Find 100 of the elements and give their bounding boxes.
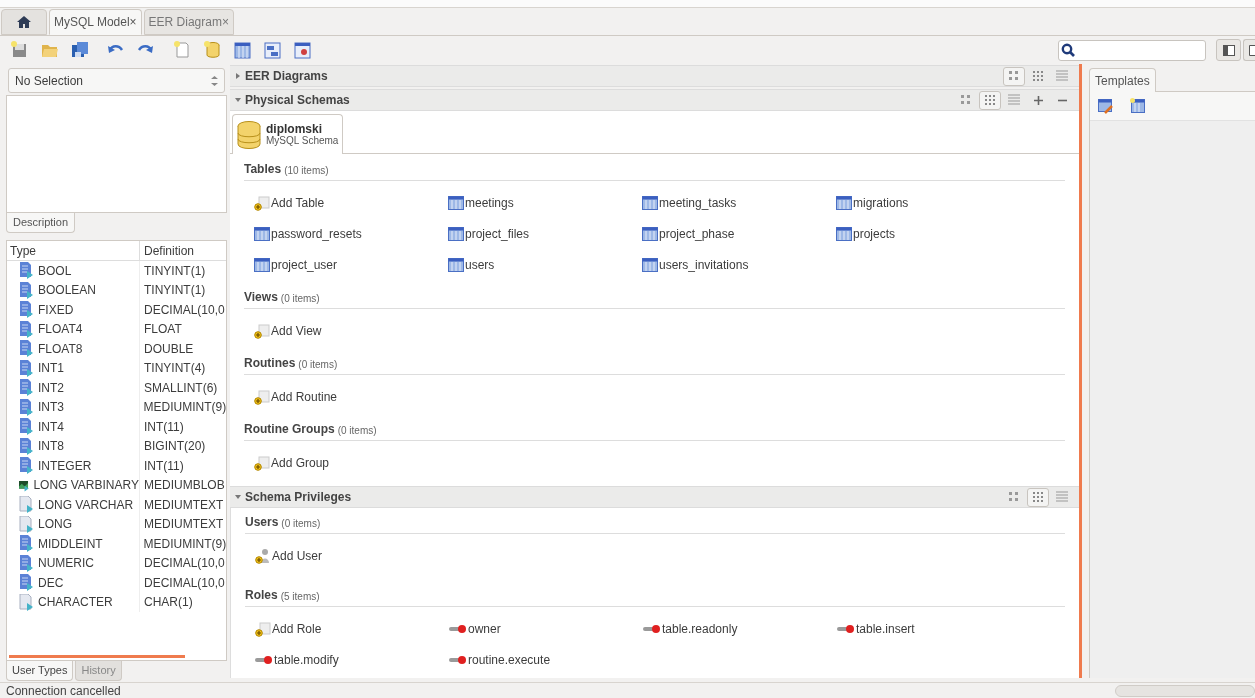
item-label[interactable]: users — [465, 255, 495, 274]
section-header[interactable]: Schema Privileges — [230, 486, 1079, 508]
schema-tab[interactable]: diplomski MySQL Schema — [232, 114, 344, 154]
schema-dropdown[interactable]: No Selection — [8, 68, 225, 93]
item-label[interactable]: Add View — [271, 321, 322, 340]
table-cell-text: MEDIUMTEXT — [143, 496, 224, 514]
item-label[interactable]: migrations — [853, 193, 909, 212]
new-page-icon[interactable] — [173, 41, 191, 59]
sidebar-toggle-button[interactable] — [1216, 39, 1241, 61]
table-cell-text: SMALLINT(6) — [143, 379, 218, 397]
item-label[interactable]: Add Role — [272, 619, 322, 638]
item-count: (0 items) — [281, 517, 321, 531]
edit-table-icon[interactable] — [1098, 98, 1114, 114]
table-icon — [836, 195, 852, 210]
item-count: (5 items) — [280, 590, 320, 604]
search-field[interactable] — [1058, 39, 1206, 61]
add-icon — [254, 194, 270, 211]
view-icon[interactable] — [263, 41, 281, 59]
item-label[interactable]: project_files — [465, 224, 530, 243]
description-tab[interactable]: Description — [6, 213, 76, 233]
table-cell-text: DOUBLE — [143, 340, 194, 358]
item-label[interactable]: table.modify — [274, 650, 339, 669]
item-label[interactable]: meetings — [465, 193, 514, 212]
section-header[interactable]: EER Diagrams — [230, 65, 1079, 87]
table-cell-text: LONG VARBINARY — [33, 477, 139, 495]
templates-tab[interactable]: Templates — [1089, 68, 1156, 92]
home-tab[interactable] — [1, 9, 47, 35]
table-cell-text: MIDDLEINT — [38, 535, 103, 553]
routine-icon[interactable] — [293, 41, 311, 59]
table-cell-text: FLOAT — [143, 321, 182, 339]
table-cell-text: BIGINT(20) — [143, 438, 206, 456]
table-icon — [448, 195, 464, 210]
table-cell-text: NUMERIC — [38, 555, 94, 573]
item-label[interactable]: table.readonly — [662, 619, 738, 638]
item-label[interactable]: meeting_tasks — [659, 193, 737, 212]
table-cell-text: MEDIUMINT(9) — [142, 399, 226, 417]
table-cell-text: MEDIUMBLOB — [143, 477, 225, 495]
data-type-icon — [19, 574, 34, 592]
role-icon — [449, 654, 467, 665]
table-cell-text: INT(11) — [143, 418, 184, 436]
item-label[interactable]: Add Routine — [271, 387, 338, 406]
data-type-icon — [19, 437, 34, 455]
item-label[interactable]: routine.execute — [468, 650, 551, 669]
table-cell-text: TINYINT(1) — [143, 262, 206, 280]
table-cell-text: CHAR(1) — [143, 594, 193, 612]
item-label[interactable]: project_user — [271, 255, 338, 274]
list-view-icon — [1056, 70, 1068, 82]
data-type-icon — [19, 515, 34, 533]
schema-type: MySQL Schema — [266, 134, 339, 147]
table-cell-text: INT1 — [38, 360, 64, 378]
large-icons-view-icon — [1008, 70, 1020, 82]
table-cell-text: CHARACTER — [38, 594, 113, 612]
column-header[interactable]: Type — [7, 241, 140, 260]
view-toggle-button[interactable] — [979, 90, 1001, 110]
table-cell-text: FIXED — [38, 301, 74, 319]
close-icon[interactable]: × — [129, 13, 137, 31]
table-cell-text: INT8 — [38, 438, 64, 456]
data-type-icon — [19, 398, 34, 416]
table-icon[interactable] — [233, 41, 251, 59]
item-label[interactable]: project_phase — [659, 224, 735, 243]
document-tab[interactable]: MySQL Model× — [49, 9, 142, 35]
group-title: Routine Groups — [244, 421, 335, 438]
panel-tab[interactable]: User Types — [6, 661, 74, 681]
sidebar-toggle-button[interactable] — [1243, 39, 1255, 61]
table-icon — [448, 226, 464, 241]
plus-icon — [1033, 95, 1043, 105]
item-label[interactable]: password_resets — [271, 224, 362, 243]
item-label[interactable]: table.insert — [856, 619, 915, 638]
table-cell-text: TINYINT(1) — [143, 282, 206, 300]
column-header[interactable]: Definition — [140, 241, 195, 260]
group-title: Users — [245, 514, 279, 531]
role-icon — [449, 623, 467, 634]
data-type-icon — [19, 457, 34, 475]
view-toggle-button[interactable] — [1003, 66, 1025, 86]
document-tab[interactable]: EER Diagram× — [143, 9, 234, 35]
new-table-icon[interactable] — [1130, 98, 1146, 114]
list-view-icon — [1008, 94, 1020, 106]
table-cell-text: LONG VARCHAR — [38, 496, 134, 514]
section-header[interactable]: Physical Schemas — [230, 89, 1079, 111]
item-label[interactable]: Add User — [272, 546, 323, 565]
table-cell-text: TINYINT(4) — [143, 360, 206, 378]
group-title: Routines — [244, 355, 296, 372]
table-cell-text: INT2 — [38, 379, 64, 397]
save-icon[interactable] — [71, 41, 89, 59]
item-label[interactable]: users_invitations — [659, 255, 749, 274]
new-model-icon[interactable] — [11, 41, 29, 59]
table-cell-text: DECIMAL(10,0 — [143, 574, 225, 592]
item-label[interactable]: projects — [853, 224, 896, 243]
item-label[interactable]: Add Group — [271, 453, 330, 472]
table-cell-text: INT(11) — [143, 457, 184, 475]
table-icon — [836, 226, 852, 241]
item-label[interactable]: Add Table — [271, 193, 325, 212]
table-icon — [254, 226, 270, 241]
table-icon — [448, 257, 464, 272]
view-toggle-button[interactable] — [1027, 487, 1049, 507]
spinner-icon — [211, 75, 218, 86]
item-label[interactable]: owner — [468, 619, 501, 638]
close-icon[interactable]: × — [221, 13, 229, 31]
database-icon[interactable] — [203, 41, 221, 59]
add-icon — [254, 454, 270, 471]
